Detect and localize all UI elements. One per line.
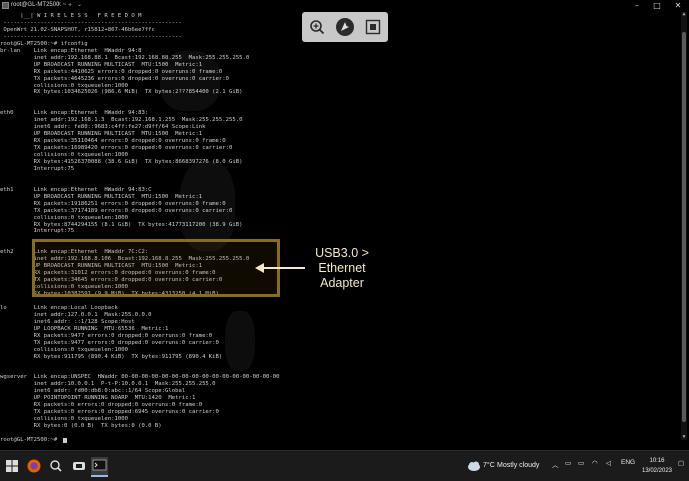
pan-icon[interactable]	[336, 18, 354, 36]
terminal-line: lo Link encap:Local Loopback	[0, 304, 118, 311]
terminal-line: eth0 Link encap:Ethernet HWaddr 94:83:	[0, 110, 149, 117]
terminal-line: TX packets:16989420 errors:0 dropped:0 o…	[0, 145, 233, 152]
terminal-line: RX bytes:8744294155 (8.1 GiB) TX bytes:4…	[0, 221, 243, 228]
annotation-line-3: Adapter	[320, 276, 364, 290]
scroll-down-arrow-icon[interactable]: ▼	[681, 435, 687, 440]
terminal-line: inet addr:192.168.1.3 Bcast:192.168.1.25…	[0, 117, 243, 124]
new-tab-button[interactable]: +	[68, 0, 72, 11]
terminal-line: RX packets:9477 errors:0 dropped:0 overr…	[0, 332, 213, 339]
terminal-line: Interrupt:75	[0, 228, 75, 235]
terminal-line: RX packets:4410625 errors:0 dropped:0 ov…	[0, 68, 223, 75]
firefox-icon[interactable]	[26, 458, 42, 474]
clock-date: 13/02/2023	[641, 468, 673, 474]
terminal-line: UP BROADCAST RUNNING MULTICAST MTU:1500 …	[0, 61, 203, 68]
terminal-output[interactable]: |__| W I R E L E S S F R E E D O M -----…	[0, 11, 680, 443]
terminal-line: collisions:0 txqueuelen:1000	[0, 214, 128, 221]
terminal-line: UP POINTOPOINT RUNNING NOARP MTU:1420 Me…	[0, 395, 196, 402]
terminal-line: br-lan Link encap:Ethernet HWaddr 94:8	[0, 47, 142, 54]
weather-text: Mostly cloudy	[497, 462, 540, 469]
terminal-line: root@GL-MT2500:~# ifconfig	[0, 40, 88, 47]
terminal-line: TX packets:4645236 errors:0 dropped:0 ov…	[0, 75, 230, 82]
terminal-line: TX packets:0 errors:0 dropped:6945 overr…	[0, 409, 219, 416]
window-titlebar: root@GL-MT2500: ~ × + ⌄ – □ ✕	[0, 0, 689, 11]
eth2-highlight-box	[32, 239, 280, 297]
terminal-line: collisions:0 txqueuelen:1000	[0, 346, 128, 353]
terminal-line: inet addr:192.168.88.1 Bcast:192.168.88.…	[0, 54, 250, 61]
annotation-line-2: Ethernet	[318, 261, 366, 275]
terminal-line: RX bytes:41526370088 (38.6 GiB) TX bytes…	[0, 158, 243, 165]
terminal-line: RX packets:35110464 errors:0 dropped:0 o…	[0, 138, 226, 145]
annotation-line-1: USB3.0 >	[315, 246, 369, 260]
taskbar: 7°C Mostly cloudy ︿ ▭ ▭ ◠ ◁ ENG 10:16 13…	[0, 450, 689, 481]
terminal-line: UP LOOPBACK RUNNING MTU:65536 Metric:1	[0, 325, 169, 332]
minimize-button[interactable]: –	[626, 0, 648, 11]
terminal-line: UP BROADCAST RUNNING MULTICAST MTU:1500 …	[0, 193, 203, 200]
terminal-line: collisions:0 txqueuelen:1000	[0, 82, 128, 89]
volume-icon[interactable]: ◁	[606, 459, 611, 467]
terminal-line: ----------------------------------------…	[0, 33, 182, 40]
terminal-line: inet6 addr: fe80::9683:c4ff:fe27:d9ff/64…	[0, 124, 206, 131]
terminal-line: ----------------------------------------…	[0, 19, 182, 26]
fit-screen-icon[interactable]	[364, 18, 382, 36]
language-indicator[interactable]: ENG	[621, 459, 635, 466]
clock-time: 10:16	[649, 458, 665, 464]
tab-close-button[interactable]: ×	[57, 0, 61, 11]
terminal-line: RX bytes:911795 (890.4 KiB) TX bytes:911…	[0, 353, 223, 360]
terminal-line: RX packets:0 errors:0 dropped:0 overruns…	[0, 402, 203, 409]
terminal-line: inet6 addr: ::1/128 Scope:Host	[0, 318, 135, 325]
windows-start-icon[interactable]	[4, 458, 20, 474]
terminal-app-icon	[2, 2, 9, 9]
terminal-icon[interactable]	[91, 457, 108, 477]
terminal-line: collisions:0 txqueuelen:1000	[0, 152, 128, 158]
terminal-line: RX packets:19186251 errors:0 dropped:0 o…	[0, 200, 226, 207]
wifi-icon[interactable]: ◠	[592, 459, 598, 467]
vlc-icon[interactable]	[71, 458, 87, 474]
annotation-arrow-icon	[255, 263, 305, 273]
zoom-in-icon[interactable]	[308, 18, 326, 36]
terminal-line: eth1 Link encap:Ethernet HWaddr 94:83:C	[0, 186, 152, 193]
network-icon[interactable]: ▭	[565, 459, 571, 467]
terminal-line: Interrupt:75	[0, 165, 75, 172]
terminal-line: TX packets:37174189 errors:0 dropped:0 o…	[0, 207, 233, 214]
terminal-line: RX bytes:1034625026 (986.6 MiB) TX bytes…	[0, 89, 243, 96]
terminal-line: UP BROADCAST RUNNING MULTICAST MTU:1500 …	[0, 131, 203, 138]
terminal-line: inet6 addr: fd00:db8:0:abc::1/64 Scope:G…	[0, 388, 186, 395]
notification-icon[interactable]: ▢	[678, 459, 684, 467]
terminal-scrollbar[interactable]: ▲ ▼	[681, 12, 687, 440]
close-window-button[interactable]: ✕	[667, 0, 689, 11]
terminal-line: RX bytes:0 (0.0 B) TX bytes:0 (0.0 B)	[0, 423, 162, 430]
tab-dropdown-button[interactable]: ⌄	[77, 0, 82, 11]
weather-widget[interactable]: 7°C Mostly cloudy	[467, 457, 545, 475]
background-smudge	[225, 311, 255, 371]
terminal-line: root@GL-MT2500:~#	[0, 436, 61, 443]
clock[interactable]: 10:16 13/02/2023	[640, 456, 674, 476]
weather-temp: 7°C	[483, 462, 495, 469]
scroll-up-arrow-icon[interactable]: ▲	[681, 12, 687, 17]
scroll-thumb[interactable]	[682, 32, 686, 422]
terminal-line: |__| W I R E L E S S F R E E D O M	[0, 13, 142, 19]
terminal-line: inet addr:10.0.0.1 P-t-P:10.0.0.1 Mask:2…	[0, 381, 216, 388]
cloud-icon	[468, 461, 480, 471]
tray-chevron-icon[interactable]: ︿	[552, 459, 559, 469]
terminal-line: inet addr:127.0.0.1 Mask:255.0.0.0	[0, 311, 152, 318]
usb-adapter-annotation: USB3.0 > Ethernet Adapter	[308, 246, 376, 291]
terminal-line: OpenWrt 21.02-SNAPSHOT, r15812+867-46b6e…	[0, 26, 155, 33]
terminal-cursor	[63, 437, 67, 443]
terminal-line: wgserver Link encap:UNSPEC HWaddr 00-00-…	[0, 374, 280, 381]
zoom-toolbar	[302, 12, 388, 42]
terminal-line: TX packets:9477 errors:0 dropped:0 overr…	[0, 339, 219, 346]
battery-icon[interactable]: ▭	[578, 459, 584, 467]
search-icon[interactable]	[48, 458, 64, 474]
maximize-button[interactable]: □	[646, 0, 668, 11]
terminal-line: collisions:0 txqueuelen:1000	[0, 416, 128, 423]
